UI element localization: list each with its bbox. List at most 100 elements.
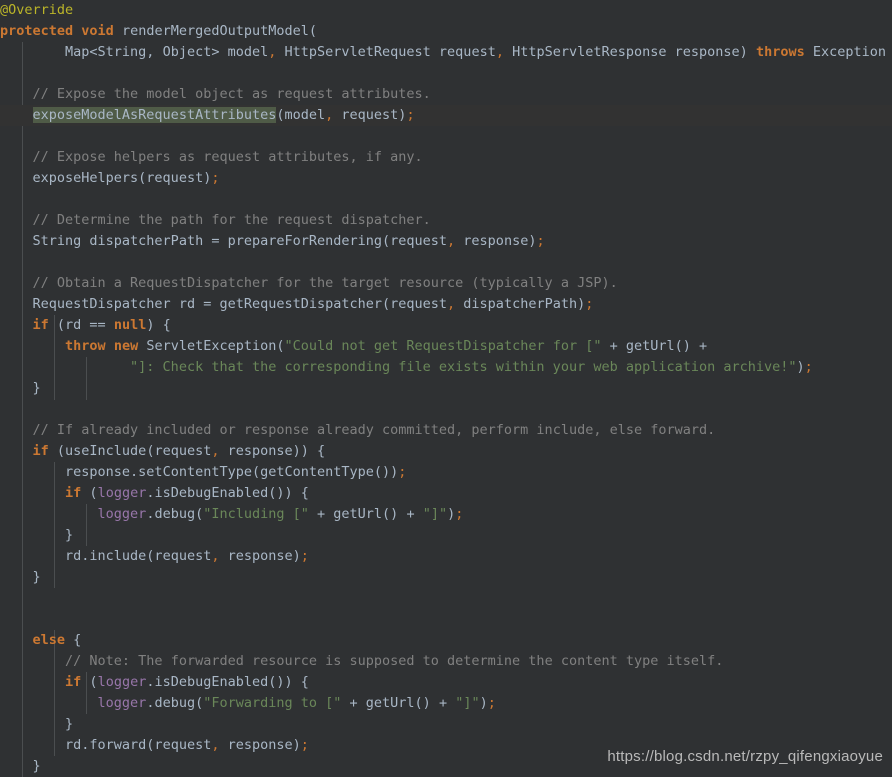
code-line[interactable]: // If already included or response alrea… xyxy=(0,420,892,441)
code-line[interactable]: // Determine the path for the request di… xyxy=(0,210,892,231)
code-line[interactable]: logger.debug("Forwarding to [" + getUrl(… xyxy=(0,693,892,714)
code-line[interactable] xyxy=(0,63,892,84)
code-token: ; xyxy=(585,296,594,312)
code-line[interactable]: logger.debug("Including [" + getUrl() + … xyxy=(0,504,892,525)
code-token: exposeHelpers(request) xyxy=(32,170,212,186)
code-token: ; xyxy=(487,695,496,711)
code-token: ; xyxy=(804,359,813,375)
code-token: ) xyxy=(447,506,456,522)
code-line[interactable]: Map<String, Object> model, HttpServletRe… xyxy=(0,42,892,63)
code-token: // Expose helpers as request attributes,… xyxy=(32,149,423,165)
code-token: throws xyxy=(755,44,805,60)
code-token: } xyxy=(32,758,41,774)
code-token: .debug( xyxy=(146,695,204,711)
code-token: ; xyxy=(300,737,309,753)
code-token: "]: Check that the corresponding file ex… xyxy=(130,359,797,375)
code-line[interactable]: "]: Check that the corresponding file ex… xyxy=(0,357,892,378)
code-token: // Expose the model object as request at… xyxy=(32,86,431,102)
code-token: ( xyxy=(81,485,98,501)
code-line[interactable]: exposeModelAsRequestAttributes(model, re… xyxy=(0,105,892,126)
code-line[interactable] xyxy=(0,609,892,630)
code-token: if xyxy=(65,674,82,690)
code-line[interactable]: } xyxy=(0,714,892,735)
code-token: rd.include(request xyxy=(65,548,212,564)
code-token: void xyxy=(81,23,114,39)
code-line[interactable] xyxy=(0,189,892,210)
code-token: ; xyxy=(455,506,464,522)
code-line[interactable]: } xyxy=(0,567,892,588)
code-line[interactable]: if (useInclude(request, response)) { xyxy=(0,441,892,462)
code-line[interactable]: rd.include(request, response); xyxy=(0,546,892,567)
code-token: ) { xyxy=(146,317,171,333)
code-token: response)) { xyxy=(219,443,326,459)
code-line[interactable]: if (logger.isDebugEnabled()) { xyxy=(0,672,892,693)
code-line[interactable]: response.setContentType(getContentType()… xyxy=(0,462,892,483)
code-token: // Note: The forwarded resource is suppo… xyxy=(65,653,724,669)
code-line[interactable]: RequestDispatcher rd = getRequestDispatc… xyxy=(0,294,892,315)
code-line[interactable]: // Obtain a RequestDispatcher for the ta… xyxy=(0,273,892,294)
code-token: "Could not get RequestDispatcher for [" xyxy=(284,338,602,354)
code-token: request) xyxy=(333,107,407,123)
code-token: protected xyxy=(0,23,74,39)
code-token: Map<String, Object> model xyxy=(65,44,269,60)
code-token: if xyxy=(32,443,49,459)
code-line[interactable] xyxy=(0,399,892,420)
code-content[interactable]: @Override protected void renderMergedOutp… xyxy=(0,0,892,777)
code-line[interactable]: if (rd == null) { xyxy=(0,315,892,336)
code-token: null xyxy=(113,317,147,333)
code-line[interactable] xyxy=(0,252,892,273)
code-token: RequestDispatcher rd = getRequestDispatc… xyxy=(32,296,448,312)
code-token: logger xyxy=(97,695,147,711)
code-line[interactable]: @Override xyxy=(0,0,892,21)
code-token: , xyxy=(495,44,504,60)
code-token: response) xyxy=(219,548,301,564)
code-token: ( xyxy=(81,674,98,690)
code-token: // Obtain a RequestDispatcher for the ta… xyxy=(32,275,618,291)
code-line[interactable]: // Note: The forwarded resource is suppo… xyxy=(0,651,892,672)
code-token: new xyxy=(113,338,139,354)
code-token: @Override xyxy=(0,2,74,18)
code-token: HttpServletRequest request xyxy=(276,44,496,60)
code-line[interactable]: // Expose helpers as request attributes,… xyxy=(0,147,892,168)
code-line[interactable]: // Expose the model object as request at… xyxy=(0,84,892,105)
code-token: .isDebugEnabled()) { xyxy=(146,485,309,501)
code-token: response) xyxy=(219,737,301,753)
code-line[interactable]: protected void renderMergedOutputModel( xyxy=(0,21,892,42)
code-token: ) xyxy=(796,359,805,375)
code-line[interactable]: if (logger.isDebugEnabled()) { xyxy=(0,483,892,504)
code-line[interactable] xyxy=(0,588,892,609)
code-editor[interactable]: @Override protected void renderMergedOutp… xyxy=(0,0,892,777)
code-token: ; xyxy=(536,233,545,249)
code-line[interactable]: else { xyxy=(0,630,892,651)
code-token: logger xyxy=(97,506,147,522)
code-token: + getUrl() + xyxy=(601,338,708,354)
code-line[interactable]: } xyxy=(0,378,892,399)
code-line[interactable]: } xyxy=(0,525,892,546)
code-token: (useInclude(request xyxy=(48,443,212,459)
code-token: String dispatcherPath = prepareForRender… xyxy=(32,233,448,249)
code-token: } xyxy=(65,527,74,543)
code-token: "Forwarding to [" xyxy=(203,695,342,711)
code-line[interactable]: String dispatcherPath = prepareForRender… xyxy=(0,231,892,252)
code-line[interactable]: throw new ServletException("Could not ge… xyxy=(0,336,892,357)
code-token: renderMergedOutputModel xyxy=(121,23,309,39)
code-token: "Including [" xyxy=(203,506,309,522)
code-line[interactable]: exposeHelpers(request); xyxy=(0,168,892,189)
code-token: , xyxy=(447,296,456,312)
code-line[interactable] xyxy=(0,126,892,147)
